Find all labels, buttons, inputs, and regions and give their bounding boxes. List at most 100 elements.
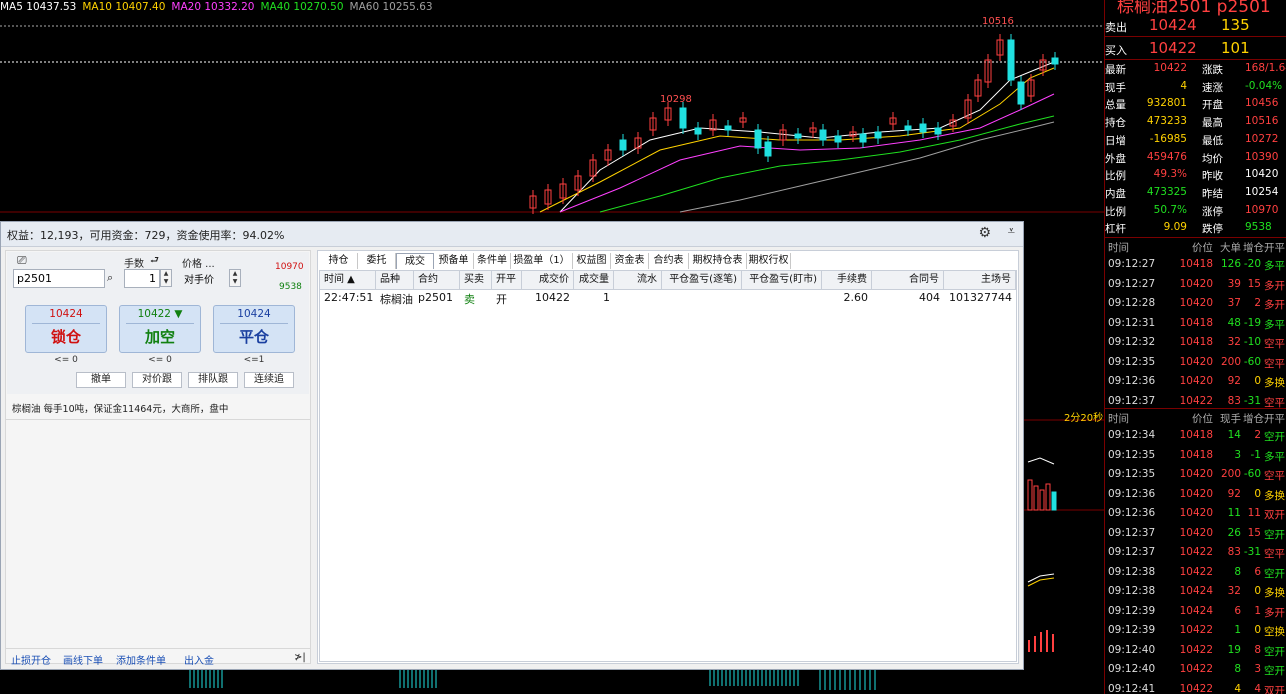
tab-6[interactable]: 权益图 <box>573 253 611 269</box>
column-header[interactable]: 成交价 <box>522 271 574 289</box>
tick-row: 09:12:27 10418 126 -20 多平 <box>1105 256 1286 275</box>
contract-input[interactable]: p2501 <box>13 269 105 288</box>
tab-10[interactable]: 期权行权 <box>747 253 791 269</box>
column-header[interactable]: 品种 <box>376 271 414 289</box>
column-header[interactable]: 流水 <box>614 271 662 289</box>
tick-row: 09:12:28 10420 37 2 多开 <box>1105 295 1286 314</box>
tab-1[interactable]: 委托 <box>358 253 396 269</box>
tick-price: 10418 <box>1179 336 1213 348</box>
column-header[interactable]: 成交量 <box>574 271 614 289</box>
tick-row: 09:12:37 10422 83 -31 空平 <box>1105 544 1286 563</box>
table-cell: p2501 <box>418 291 453 304</box>
stat-value: -16985 <box>1149 132 1187 145</box>
stat-value: 4 <box>1180 79 1187 92</box>
tick-change: 11 <box>1247 507 1261 519</box>
qty-stepper[interactable]: ▲ ▼ <box>160 269 172 287</box>
stat-value: 168/1.64% <box>1245 62 1286 74</box>
qty-input[interactable]: 1 <box>124 269 160 288</box>
tab-3[interactable]: 预备单 <box>434 253 474 269</box>
add-short-button[interactable]: 10422 ▼ 加空 <box>119 305 201 353</box>
tab-8[interactable]: 合约表 <box>649 253 689 269</box>
high-price-label: 10516 <box>982 16 1014 27</box>
column-header[interactable]: 合约 <box>414 271 460 289</box>
continuous-chase-button[interactable]: 连续追 <box>244 372 294 388</box>
contract-value: p2501 <box>17 272 52 285</box>
stat-label: 日增 <box>1105 134 1126 147</box>
ask-row[interactable]: 卖出 10424 135 <box>1105 14 1286 36</box>
gear-icon[interactable]: ⚙ <box>978 225 991 241</box>
stat-label: 最低 <box>1202 134 1223 147</box>
add-condition-order-link[interactable]: 添加条件单 <box>116 652 166 667</box>
stop-loss-open-link[interactable]: 止损开仓 <box>11 652 51 667</box>
draw-line-order-link[interactable]: 画线下单 <box>63 652 103 667</box>
tick-type: 多开 <box>1264 299 1285 311</box>
limit-down-price: 9538 <box>279 282 302 292</box>
price-stepper[interactable]: ▲ ▼ <box>229 269 241 287</box>
chase-queue-button[interactable]: 排队跟 <box>188 372 238 388</box>
tick-change: -31 <box>1243 394 1261 407</box>
price-mode-value: 对手价 <box>184 275 214 286</box>
collapse-icon[interactable]: ⩡ <box>1008 224 1015 239</box>
tick-row: 09:12:39 10422 1 0 空换 <box>1105 622 1286 641</box>
column-header[interactable]: 平仓盈亏(盯市) <box>742 271 822 289</box>
countdown-label: 2分20秒 <box>1064 413 1104 424</box>
tab-9[interactable]: 期权持仓表 <box>689 253 747 269</box>
volume-bar <box>1027 479 1033 511</box>
quote-panel: 棕榈油2501 p2501 卖出 10424 135 买入 10422 101 … <box>1104 0 1286 694</box>
chase-counter-button[interactable]: 对价跟 <box>132 372 182 388</box>
indicator-bar <box>1040 632 1042 652</box>
search-icon[interactable]: ⌕ <box>107 271 113 285</box>
tick-time: 09:12:37 <box>1108 526 1156 539</box>
tab-0[interactable]: 持仓 <box>320 253 358 269</box>
tab-4[interactable]: 条件单 <box>474 253 511 269</box>
ma-legend-item: MA10 10407.40 <box>82 1 166 13</box>
tick-row: 09:12:41 10422 4 4 双开 <box>1105 681 1286 694</box>
table-cell: 10422 <box>535 291 570 304</box>
column-header[interactable]: 时间 ▲ <box>320 271 376 289</box>
column-header[interactable]: 平仓盈亏(逐笔) <box>662 271 742 289</box>
tick-time: 09:12:40 <box>1108 663 1156 675</box>
tick-volume: 92 <box>1227 487 1241 500</box>
indicator-bar <box>1034 636 1036 652</box>
tab-2[interactable]: 成交 <box>396 253 434 269</box>
funds-transfer-link[interactable]: 出入金 <box>184 652 214 667</box>
tick-time: 09:12:37 <box>1108 546 1156 558</box>
ma5-line <box>559 61 1055 213</box>
column-header[interactable]: 合同号 <box>872 271 944 289</box>
cancel-order-button[interactable]: 撤单 <box>76 372 126 388</box>
unlock-icon[interactable]: ⎚ <box>17 253 27 268</box>
tick-volume: 14 <box>1227 429 1241 441</box>
stat-label: 涨跌 <box>1202 64 1223 76</box>
tick-change: 2 <box>1254 297 1261 309</box>
tick-type: 空换 <box>1264 626 1285 638</box>
tick-price: 10424 <box>1179 585 1213 597</box>
column-header[interactable]: 开平 <box>492 271 522 289</box>
column-header[interactable]: 手续费 <box>822 271 872 289</box>
button-label: 平仓 <box>238 328 269 346</box>
tick-change: -60 <box>1243 468 1261 480</box>
trades-table: 时间 ▲ 品种 合约 买卖 开平 成交价 成交量 流水 平仓盈亏(逐笔) 平仓盈亏(盯市) 手续费合… <box>319 270 1017 662</box>
order-panel: ⎚ p2501 ⌕ 手数 ⮐ 1 ▲ ▼ 价格 ... 对手价 ▲ ▼ 10970 … <box>5 250 311 667</box>
button-label: 加空 <box>144 328 175 346</box>
expand-icon[interactable]: ≯| <box>294 652 306 663</box>
candle-body <box>1051 57 1059 65</box>
tick-volume: 39 <box>1227 277 1241 290</box>
bid-row[interactable]: 买入 10422 101 <box>1105 37 1286 59</box>
column-header[interactable]: 主场号 <box>944 271 1016 289</box>
quote-row: 杠杆 9.09 跌停 9538 <box>1105 219 1286 237</box>
tab-7[interactable]: 资金表 <box>611 253 649 269</box>
stat-label: 总量 <box>1105 99 1126 112</box>
volume-bar <box>1039 489 1045 511</box>
price-mode-input[interactable]: 对手价 <box>181 269 227 288</box>
column-header[interactable]: 买卖 <box>460 271 492 289</box>
stat-value: 10390 <box>1245 150 1279 163</box>
lock-position-button[interactable]: 10424 锁仓 <box>25 305 107 353</box>
tick-price: 10420 <box>1179 375 1213 387</box>
tick-row: 09:12:34 10418 14 2 空开 <box>1105 427 1286 446</box>
table-row[interactable]: 22:47:51 棕榈油 p2501 卖 开 10422 1 2.60 404 101327744 <box>320 291 1016 309</box>
stat-value: 10970 <box>1245 203 1279 216</box>
tab-5[interactable]: 损盈单（1） <box>511 253 573 269</box>
return-icon[interactable]: ⮐ <box>150 253 159 270</box>
close-position-button[interactable]: 10424 平仓 <box>213 305 295 353</box>
limit-up-price: 10970 <box>275 262 304 272</box>
